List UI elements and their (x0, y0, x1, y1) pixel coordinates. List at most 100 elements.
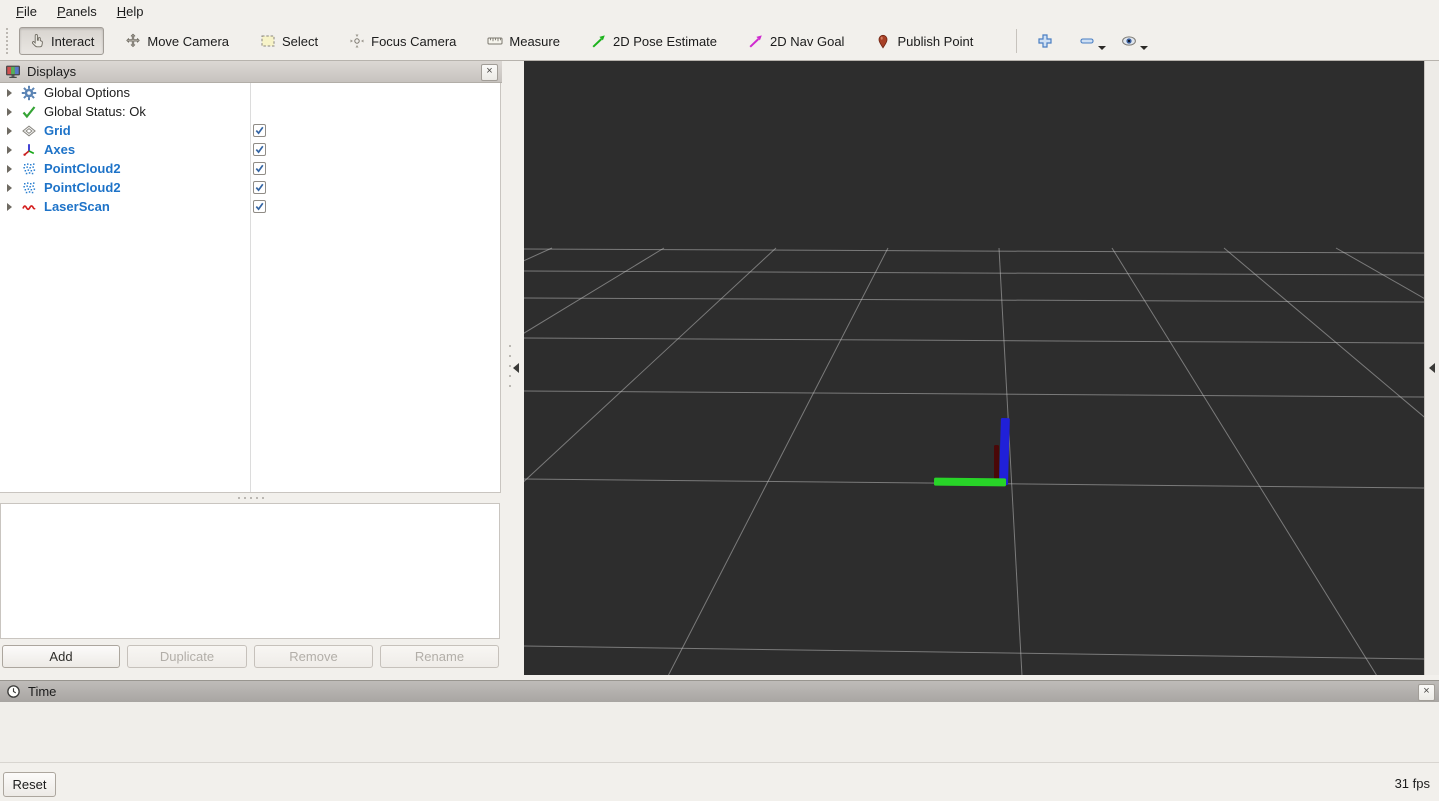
measure-icon (487, 33, 503, 49)
remove-button[interactable]: Remove (254, 645, 373, 668)
tool-label: Publish Point (897, 33, 974, 49)
expander-icon[interactable] (7, 126, 12, 135)
3d-viewport[interactable] (524, 61, 1424, 675)
tool-select[interactable]: Select (250, 27, 328, 55)
tool-label: Select (282, 33, 319, 49)
blue-axis-marker (999, 417, 1010, 486)
duplicate-button[interactable]: Duplicate (127, 645, 247, 668)
tool-measure[interactable]: Measure (477, 27, 570, 55)
dropdown-caret-icon[interactable] (1140, 46, 1149, 50)
menu-item-help[interactable]: Help (107, 2, 154, 21)
expander-icon[interactable] (7, 202, 12, 211)
add-button[interactable]: Add (2, 645, 120, 668)
display-enabled-checkbox[interactable] (253, 200, 266, 213)
tool-label: Focus Camera (371, 33, 457, 49)
toolbar-separator (1016, 29, 1018, 53)
expander-icon[interactable] (7, 88, 12, 97)
expander-icon[interactable] (7, 164, 12, 173)
dropdown-caret-icon[interactable] (1098, 46, 1107, 50)
red-axis-marker (994, 445, 999, 481)
displays-panel-header: Displays × (0, 61, 502, 83)
pointcloud-icon (21, 180, 37, 196)
panel-viewport-splitter[interactable] (502, 61, 524, 675)
tree-row-label: PointCloud2 (44, 180, 121, 195)
expander-icon[interactable] (7, 183, 12, 192)
focus-camera-icon (349, 33, 365, 49)
zoom-in-button[interactable] (1032, 28, 1058, 54)
menu-item-panels[interactable]: Panels (47, 2, 107, 21)
displays-close-button[interactable]: × (481, 64, 498, 81)
display-enabled-checkbox[interactable] (253, 143, 266, 156)
expander-icon[interactable] (7, 107, 12, 116)
tree-row-label: LaserScan (44, 199, 110, 214)
pointcloud-icon (21, 161, 37, 177)
tree-row-global-options[interactable]: Global Options (0, 83, 500, 102)
display-enabled-checkbox[interactable] (253, 124, 266, 137)
tool-2d-pose-estimate[interactable]: 2D Pose Estimate (581, 27, 727, 55)
tool-label: Measure (509, 33, 560, 49)
collapse-right-panel-icon[interactable] (1429, 363, 1435, 373)
tree-row-grid[interactable]: Grid (0, 121, 500, 140)
tree-row-global-status-ok[interactable]: Global Status: Ok (0, 102, 500, 121)
zoom-out-button[interactable] (1074, 28, 1107, 54)
tree-row-label: Global Status: Ok (44, 104, 146, 119)
hand-icon (29, 33, 45, 49)
description-splitter[interactable] (0, 493, 502, 503)
tool-label: Move Camera (147, 33, 229, 49)
grid-icon (21, 123, 37, 139)
rviz-window: { "menu": { "items": [ {"label": "File",… (0, 0, 1439, 801)
tree-row-laserscan[interactable]: LaserScan (0, 197, 500, 216)
time-panel-content: Experimental ROS Time:ROS Elapsed:Wall T… (0, 702, 1439, 762)
rename-button[interactable]: Rename (380, 645, 499, 668)
tool-publish-point[interactable]: Publish Point (865, 27, 983, 55)
displays-panel-title: Displays (27, 64, 77, 79)
status-ok-icon (21, 104, 37, 120)
toolbar-drag-handle[interactable] (6, 28, 11, 54)
axes-icon (21, 142, 37, 158)
time-close-button[interactable]: × (1418, 684, 1435, 701)
expander-icon[interactable] (7, 145, 12, 154)
tree-row-label: Global Options (44, 85, 130, 100)
display-enabled-checkbox[interactable] (253, 181, 266, 194)
collapse-left-panel-icon[interactable] (513, 363, 519, 373)
reset-button[interactable]: Reset (3, 772, 56, 797)
tool-label: 2D Nav Goal (770, 33, 845, 49)
move-camera-icon (125, 33, 141, 49)
displays-tree: Global Options Global Status: Ok Grid Axes P… (0, 83, 501, 493)
tree-row-pointcloud2[interactable]: PointCloud2 (0, 178, 500, 197)
menu-bar: File Panels Help (0, 0, 1439, 22)
main-area: Displays × Global Options Global Status: … (0, 61, 1439, 675)
tree-row-axes[interactable]: Axes (0, 140, 500, 159)
time-panel-header: Time × (0, 680, 1439, 702)
tool-move-camera[interactable]: Move Camera (115, 27, 239, 55)
tool-label: Interact (51, 33, 95, 49)
tool-interact[interactable]: Interact (19, 27, 105, 55)
laserscan-icon (21, 199, 37, 215)
time-panel-title: Time (28, 684, 57, 699)
tree-row-pointcloud2[interactable]: PointCloud2 (0, 159, 500, 178)
display-description-area (0, 503, 500, 639)
green-axis-marker (934, 477, 1007, 487)
grid-and-axes-canvas (524, 247, 1424, 675)
tree-row-label: Grid (44, 123, 71, 138)
fps-counter: 31 fps (1394, 776, 1430, 791)
nav-goal-arrow-icon (748, 33, 764, 49)
plus-icon (1037, 33, 1053, 49)
select-box-icon (260, 33, 276, 49)
tree-row-label: PointCloud2 (44, 161, 121, 176)
splitter-dots (509, 345, 511, 387)
gear-icon (21, 85, 37, 101)
bottom-divider (0, 762, 1439, 763)
display-enabled-checkbox[interactable] (253, 162, 266, 175)
tree-row-label: Axes (44, 142, 76, 157)
minus-icon (1079, 33, 1095, 49)
publish-point-icon (875, 33, 891, 49)
right-panel-splitter[interactable] (1424, 61, 1439, 675)
tool-2d-nav-goal[interactable]: 2D Nav Goal (738, 27, 854, 55)
camera-view-button[interactable] (1116, 28, 1149, 54)
menu-item-file[interactable]: File (6, 2, 47, 21)
tool-focus-camera[interactable]: Focus Camera (339, 27, 466, 55)
toolbar: Interact Move Camera Select Focus Camera Mea… (0, 22, 1439, 61)
clock-icon (6, 684, 21, 699)
displays-panel: Displays × Global Options Global Status: … (0, 61, 502, 675)
